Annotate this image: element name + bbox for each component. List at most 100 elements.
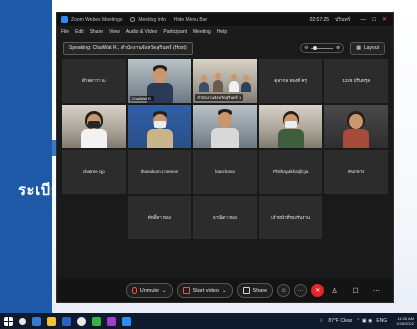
participant-tile-video[interactable] (258, 104, 323, 149)
user-name[interactable]: ปรินทร์ (335, 16, 350, 24)
participant-tile[interactable]: เจ้าหน้าที่รองรับงาน (258, 195, 323, 240)
menu-help[interactable]: Help (217, 29, 227, 35)
participants-icon[interactable]: ♙ (328, 284, 341, 297)
weather-text[interactable]: 87°F Clear (328, 318, 352, 324)
participant-tile-host-video[interactable]: ChaiWat R. (127, 59, 192, 103)
menu-share[interactable]: Share (90, 29, 103, 35)
empty-tile (324, 195, 388, 240)
participant-tile[interactable]: คนกลาง (324, 150, 388, 194)
grid-icon: ▦ (356, 45, 361, 51)
menu-edit[interactable]: Edit (75, 29, 84, 35)
meeting-timer: 02:57:25 (309, 16, 330, 23)
meeting-top-bar: Speaking: ChaiWat R., สำนักงานจังหวัดสุร… (57, 38, 393, 58)
line-app-icon[interactable] (92, 316, 101, 326)
participant-tile[interactable]: kanchana (193, 150, 257, 194)
windows-start-icon[interactable] (4, 316, 13, 326)
zoom-out-icon[interactable]: ⊖ (304, 45, 308, 51)
zoom-slider-knob[interactable] (313, 45, 318, 50)
clock-date: 1/26/2022 (396, 321, 414, 326)
layout-button[interactable]: ▦ Layout (350, 41, 385, 55)
participant-tile-video[interactable] (193, 104, 257, 149)
tray-icons[interactable]: ⌃ ▣ ◉ (356, 318, 372, 324)
camera-off-icon (182, 287, 190, 294)
participant-tile[interactable]: ศักดิ์ดา ทอง (127, 195, 192, 240)
more-panel-icon[interactable]: ⋯ (370, 284, 383, 297)
participant-video-person (209, 108, 241, 149)
video-name-badge: ChaiWat R. (129, 95, 154, 101)
meeting-window: Zoom Webex Meetings Meeting Info Hide Me… (56, 12, 394, 303)
participant-tile[interactable]: ตำลดาวา tu (62, 59, 126, 103)
zoom-slider[interactable]: ⊖ ⊕ (300, 43, 345, 53)
title-bar: Zoom Webex Meetings Meeting Info Hide Me… (57, 13, 393, 26)
participant-name: thanakorn.t.meeon (140, 169, 179, 175)
system-tray: ☾ 87°F Clear ⌃ ▣ ◉ ENG 11:26 AM 1/26/202… (316, 316, 414, 326)
zoom-in-icon[interactable]: ⊕ (336, 45, 340, 51)
participant-tile[interactable]: 1229 ปรินทรุล (324, 59, 388, 103)
participant-name: ศักดิ์ดา ทอง (147, 215, 171, 221)
participant-video-person (146, 110, 174, 149)
info-icon[interactable] (130, 17, 136, 22)
menu-meeting[interactable]: Meeting (193, 29, 211, 35)
slide-stripe (0, 0, 52, 329)
end-meeting-button[interactable]: ✕ (311, 284, 325, 297)
start-video-button[interactable]: Start video ⌄ (176, 283, 233, 298)
edge-browser-icon[interactable] (32, 316, 41, 326)
participant-video-person (80, 110, 108, 149)
menu-participant[interactable]: Participant (163, 29, 187, 35)
participant-name: เจ้าหน้าที่รองรับงาน (271, 215, 310, 221)
participant-tile-video[interactable] (127, 104, 192, 149)
participant-tile-video[interactable] (324, 104, 388, 149)
chevron-down-icon[interactable]: ⌄ (162, 288, 167, 294)
chat-icon[interactable]: ☐ (349, 284, 362, 297)
participant-name: ตำลดาวา tu (81, 78, 106, 84)
app-title: Zoom Webex Meetings (71, 16, 123, 23)
share-label: Share (252, 287, 268, 294)
app-logo-icon (61, 16, 68, 23)
close-button[interactable]: ✕ (382, 16, 387, 23)
reactions-icon[interactable]: ☺ (277, 284, 291, 297)
participant-tile[interactable]: ดุลากล ทองดี ครุ (258, 59, 323, 103)
unmute-button[interactable]: Unmute ⌄ (125, 283, 173, 298)
participant-tile[interactable]: thanakorn.t.meeon (127, 150, 192, 194)
minimize-button[interactable]: — (360, 17, 366, 23)
participant-video-person (277, 110, 305, 149)
participant-name: 1229 ปรินทรุล (342, 78, 371, 84)
participant-tile[interactable]: Phithayakha@cja (258, 150, 323, 194)
more-options-button[interactable]: ··· (294, 284, 308, 297)
chevron-down-icon[interactable]: ⌄ (222, 288, 227, 294)
share-button[interactable]: Share (236, 283, 274, 298)
participant-name: ดุลากล ทองดี ครุ (274, 78, 307, 84)
speaking-indicator: Speaking: ChaiWat R., สำนักงานจังหวัดสุร… (63, 41, 193, 55)
start-video-label: Start video (192, 287, 219, 294)
participant-grid: ตำลดาวา tu ChaiWat R. สำนักงานจังหวัดสุร… (62, 59, 388, 277)
unmute-label: Unmute (139, 287, 160, 294)
participant-tile-room-video[interactable]: สำนักงานจังหวัดสุรินทร์ 1 (193, 59, 257, 103)
chrome-icon[interactable] (77, 316, 86, 326)
meeting-info-link[interactable]: Meeting Info (138, 17, 166, 23)
slide-thai-text: ระเบีย (18, 181, 61, 199)
file-explorer-icon[interactable] (47, 316, 56, 326)
clock[interactable]: 11:26 AM 1/26/2022 (392, 316, 414, 326)
participant-tile[interactable]: chatree cjp (62, 150, 126, 194)
share-icon (242, 287, 250, 294)
participant-video-person (342, 110, 370, 149)
maximize-button[interactable]: □ (372, 17, 376, 23)
menu-view[interactable]: View (109, 29, 120, 35)
participant-name: Phithayakha@cja (273, 169, 309, 175)
participant-name: chatree cjp (82, 169, 105, 175)
search-icon[interactable] (19, 317, 26, 325)
menu-file[interactable]: File (61, 29, 69, 35)
weather-icon[interactable]: ☾ (320, 318, 324, 324)
hide-menu-bar-link[interactable]: Hide Menu Bar (174, 17, 207, 23)
participant-name: คนกลาง (348, 169, 365, 175)
webex-app-icon[interactable] (122, 316, 131, 326)
menu-audio-video[interactable]: Audio & Video (126, 29, 158, 35)
layout-label: Layout (363, 45, 379, 51)
mic-muted-icon (131, 287, 137, 294)
app-icon[interactable] (107, 316, 116, 326)
participant-tile[interactable]: ธาณิดา ทอง (193, 195, 257, 240)
participant-name: ธาณิดา ทอง (212, 215, 237, 221)
participant-tile-video[interactable] (62, 104, 126, 149)
language-indicator[interactable]: ENG (376, 318, 387, 324)
outlook-icon[interactable] (62, 316, 71, 326)
